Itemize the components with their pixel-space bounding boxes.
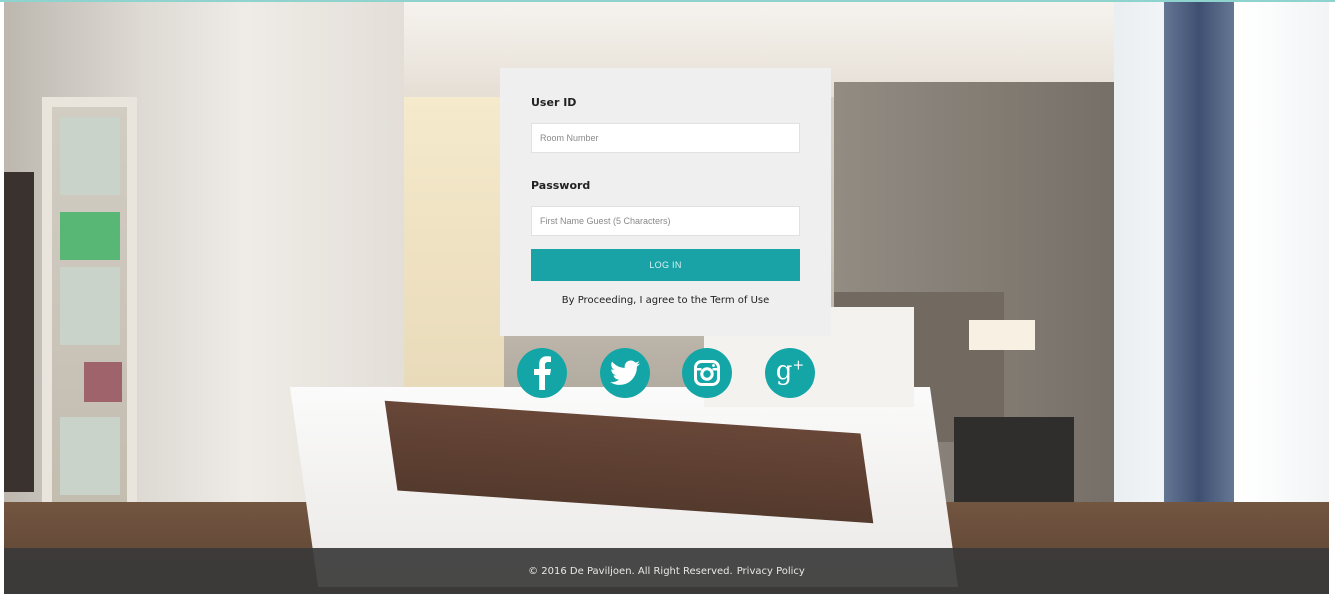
privacy-policy-link[interactable]: Privacy Policy	[737, 566, 805, 577]
copyright-text: © 2016 De Paviljoen. All Right Reserved.	[528, 565, 733, 577]
facebook-button[interactable]	[517, 348, 567, 398]
google-plus-icon: g+	[775, 356, 805, 386]
room-number-input[interactable]	[531, 123, 800, 153]
facebook-icon	[534, 356, 551, 390]
twitter-button[interactable]	[600, 348, 650, 398]
instagram-button[interactable]	[682, 348, 732, 398]
password-input[interactable]	[531, 206, 800, 236]
twitter-icon	[610, 360, 640, 385]
footer-bar: © 2016 De Paviljoen. All Right Reserved.…	[4, 548, 1329, 594]
password-label: Password	[531, 179, 591, 192]
google-plus-button[interactable]: g+	[765, 348, 815, 398]
terms-of-use-text: By Proceeding, I agree to the Term of Us…	[561, 295, 770, 306]
user-id-label: User ID	[531, 96, 577, 109]
login-button[interactable]: LOG IN	[531, 249, 800, 281]
login-card: User ID Password LOG IN By Proceeding, I…	[500, 68, 831, 336]
instagram-icon	[694, 360, 720, 386]
